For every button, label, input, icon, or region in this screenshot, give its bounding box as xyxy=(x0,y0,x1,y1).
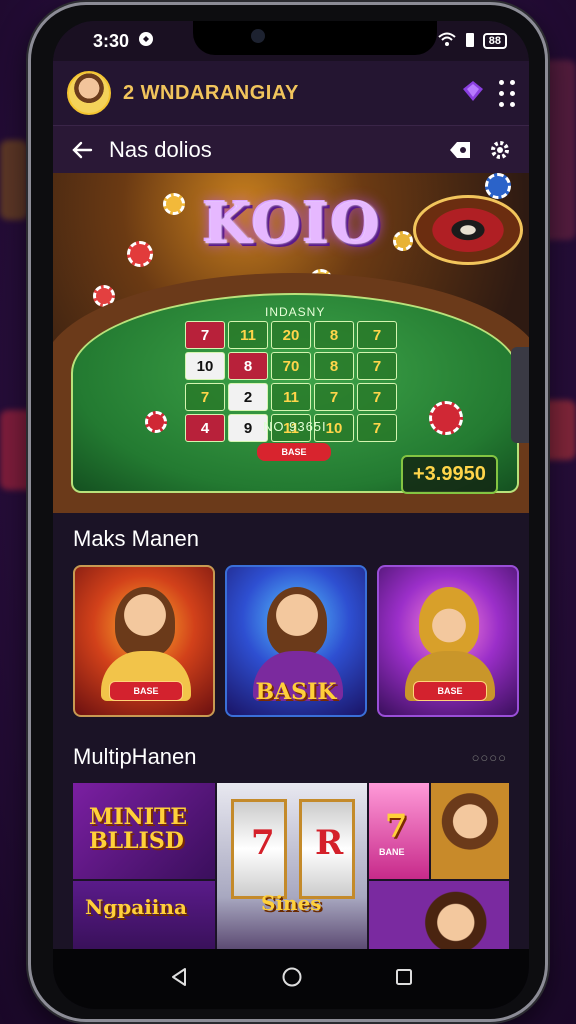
section-title-featured: Maks Manen xyxy=(73,526,199,551)
phone-frame: 3:30 88 2 WNDARANGIAY Nas dolios KOIO IN… xyxy=(28,2,548,1022)
multiplayer-grid: MINITE BLLISD Ngpaiina 7 R Sines 7 BANE xyxy=(73,783,509,973)
board-cell: 7 xyxy=(357,383,397,411)
gem-icon[interactable] xyxy=(459,79,487,108)
board-cell: 7 xyxy=(314,383,354,411)
sim-icon xyxy=(465,32,475,51)
board-cell: 11 xyxy=(228,321,268,349)
board-cell: 7 xyxy=(185,321,225,349)
system-nav-bar xyxy=(53,949,529,1009)
board-cell: 8 xyxy=(314,352,354,380)
tile-title: MINITE BLLISD xyxy=(89,804,188,854)
chip-icon xyxy=(145,411,167,433)
character-portrait xyxy=(419,587,479,657)
avatar[interactable] xyxy=(67,71,111,115)
tag-icon[interactable] xyxy=(447,137,473,163)
play-button[interactable]: BASE xyxy=(413,681,487,701)
board-cell: 2 xyxy=(228,383,268,411)
board-cell: 8 xyxy=(228,352,268,380)
board-cell: 70 xyxy=(271,352,311,380)
jackpot-counter: +3.9950 xyxy=(401,455,498,494)
tile-symbol: 7 xyxy=(385,807,408,845)
front-camera xyxy=(251,29,265,43)
game-card[interactable]: BASE xyxy=(73,565,215,717)
tile-title: Ngpaiina xyxy=(85,895,187,919)
back-arrow-icon[interactable] xyxy=(69,137,95,163)
game-tile-banner[interactable]: MINITE BLLISD xyxy=(73,783,215,879)
table-bet-button[interactable]: BASE xyxy=(257,443,331,461)
section-toolbar: Nas dolios xyxy=(53,125,529,173)
board-cell: 7 xyxy=(357,321,397,349)
section-title-multiplayer: MultipHanen xyxy=(73,744,197,769)
more-indicator[interactable]: ○○○○ xyxy=(472,750,507,765)
game-tile[interactable]: 7 BANE xyxy=(369,783,429,879)
side-drawer-handle[interactable] xyxy=(511,347,529,443)
table-label: INDASNY xyxy=(265,305,326,319)
back-nav-icon[interactable] xyxy=(168,966,190,993)
board-cell: 9 xyxy=(228,414,268,442)
battery-indicator: 88 xyxy=(482,33,507,49)
chip-icon xyxy=(127,241,153,267)
reel-symbol: 7 xyxy=(251,823,275,863)
board-cell: 11 xyxy=(271,383,311,411)
board-cell: 20 xyxy=(271,321,311,349)
notch xyxy=(193,21,437,55)
character-portrait xyxy=(267,587,327,657)
character-tile[interactable] xyxy=(431,783,509,879)
roulette-wheel-image xyxy=(413,195,523,265)
character-portrait xyxy=(115,587,175,657)
game-card[interactable]: BASE xyxy=(377,565,519,717)
wifi-icon xyxy=(437,32,457,51)
settings-gear-icon[interactable] xyxy=(487,137,513,163)
featured-games-row: BASE BASIK BASE xyxy=(53,565,529,717)
multiplayer-header: MultipHanen ○○○○ xyxy=(53,717,529,783)
status-time: 3:30 xyxy=(93,30,130,51)
app-screen: 3:30 88 2 WNDARANGIAY Nas dolios KOIO IN… xyxy=(53,21,529,1009)
game-card[interactable]: BASIK xyxy=(225,565,367,717)
app-header: 2 WNDARANGIAY xyxy=(53,61,529,125)
table-subtitle: NO 9365I xyxy=(263,419,327,434)
hero-title: KOIO xyxy=(203,191,382,257)
board-cell: 7 xyxy=(357,414,397,442)
board-cell: 10 xyxy=(185,352,225,380)
app-name: 2 WNDARANGIAY xyxy=(123,81,299,104)
home-nav-icon[interactable] xyxy=(281,966,303,993)
chip-icon xyxy=(393,231,413,251)
slot-machine-tile[interactable]: 7 R Sines xyxy=(217,783,367,973)
page-title: Nas dolios xyxy=(109,136,212,162)
game-logo: BASIK xyxy=(255,679,337,705)
slot-label: Sines xyxy=(261,891,322,915)
recents-nav-icon[interactable] xyxy=(394,967,414,992)
board-cell: 7 xyxy=(185,383,225,411)
grid-menu-icon[interactable] xyxy=(499,79,515,107)
hero-banner[interactable]: KOIO INDASNY 7 11 20 8 7 10 8 70 8 7 7 2 11 7 7 4 9 11 10 7… xyxy=(53,173,529,513)
board-cell: 8 xyxy=(314,321,354,349)
chip-icon xyxy=(485,173,511,199)
play-button[interactable]: BASE xyxy=(109,681,183,701)
board-cell: 4 xyxy=(185,414,225,442)
board-cell: 7 xyxy=(357,352,397,380)
featured-header: Maks Manen xyxy=(53,513,529,565)
chip-stack-icon xyxy=(429,401,463,435)
notification-icon xyxy=(137,30,155,53)
reel-symbol: R xyxy=(315,823,344,863)
tile-label: BANE xyxy=(379,847,405,857)
chip-icon xyxy=(163,193,185,215)
